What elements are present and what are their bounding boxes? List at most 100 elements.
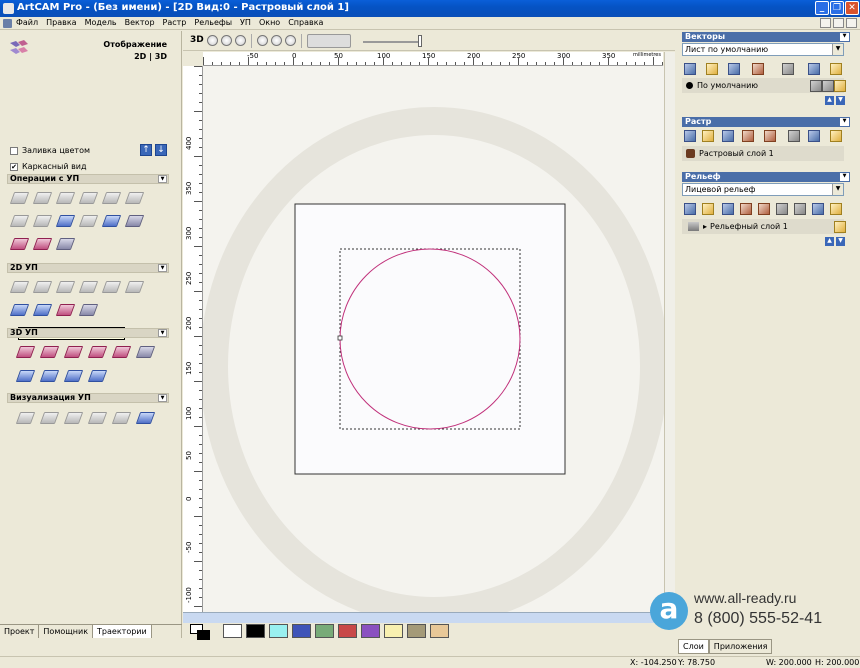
arrow-up-button[interactable]: ↑ <box>140 144 152 156</box>
section-toolpath-operations[interactable]: Операции с УП ▼ <box>7 174 169 184</box>
relief-select[interactable]: Лицевой рельеф ▼ <box>682 183 844 196</box>
profile-machining-tool[interactable] <box>10 278 28 294</box>
raster-panel-header[interactable]: Растр ▼ <box>682 117 850 127</box>
simulation-tool[interactable] <box>112 409 130 425</box>
merge-layer-icon[interactable] <box>752 63 764 75</box>
light-bulb-icon[interactable] <box>830 130 842 142</box>
section-2d-toolpaths[interactable]: 2D УП ▼ <box>7 263 169 273</box>
toolpath-3d-tool[interactable] <box>64 367 82 383</box>
duplicate-layer-icon[interactable] <box>776 203 788 215</box>
drawing-canvas[interactable] <box>203 66 665 622</box>
new-layer-icon[interactable] <box>684 203 696 215</box>
chevron-down-icon[interactable]: ▼ <box>158 175 167 183</box>
arrow-down-button[interactable]: ↓ <box>155 144 167 156</box>
bake-relief-icon[interactable] <box>794 203 806 215</box>
layer-properties-icon[interactable] <box>808 63 820 75</box>
horizontal-scrollbar[interactable] <box>183 612 675 623</box>
contrast-slider-handle[interactable] <box>418 35 422 47</box>
toolpath-op-tool[interactable] <box>10 189 28 205</box>
toolpath-3d-tool[interactable] <box>16 343 34 359</box>
simulation-tool[interactable] <box>40 409 58 425</box>
toolpath-op-tool[interactable] <box>102 189 120 205</box>
menu-help[interactable]: Справка <box>288 18 323 27</box>
toolpath-2d-tool[interactable] <box>79 301 97 317</box>
chevron-down-icon[interactable]: ▼ <box>832 184 843 195</box>
fill-color-checkbox[interactable] <box>10 146 18 155</box>
tab-layers[interactable]: Слои <box>678 639 709 654</box>
raster-layer-row[interactable]: Растровый слой 1 <box>682 146 844 161</box>
merge-layer-icon[interactable] <box>740 203 752 215</box>
menu-window[interactable]: Окно <box>259 18 280 27</box>
toolpath-3d-tool[interactable] <box>88 367 106 383</box>
raster-to-relief-icon[interactable] <box>764 130 776 142</box>
inlay-tool[interactable] <box>125 278 143 294</box>
v-bit-carving-tool[interactable] <box>79 278 97 294</box>
palette-swatch[interactable] <box>246 624 265 638</box>
move-layer-up-button[interactable]: ▲ <box>825 237 834 246</box>
chevron-down-icon[interactable]: ▼ <box>840 33 849 41</box>
wireframe-checkbox[interactable]: ✔ <box>10 162 18 171</box>
mdi-close-button[interactable] <box>846 18 857 28</box>
tab-toolpaths[interactable]: Траектории <box>93 625 152 638</box>
menu-model[interactable]: Модель <box>85 18 117 27</box>
layer-visibility-icon[interactable] <box>307 34 351 48</box>
toolpath-2d-tool[interactable] <box>56 301 74 317</box>
menu-raster[interactable]: Растр <box>163 18 187 27</box>
toolpath-op-tool[interactable] <box>56 189 74 205</box>
simulation-tool[interactable] <box>88 409 106 425</box>
toolpath-op-tool[interactable] <box>56 212 74 228</box>
chevron-down-icon[interactable]: ▼ <box>158 264 167 272</box>
palette-swatch[interactable] <box>407 624 426 638</box>
palette-swatch[interactable] <box>223 624 242 638</box>
toolpath-op-tool[interactable] <box>56 235 74 251</box>
secondary-color-swatch[interactable] <box>197 630 210 640</box>
vector-layer-row[interactable]: По умолчанию <box>682 78 846 93</box>
lock-icon[interactable] <box>810 80 822 92</box>
pen-icon[interactable] <box>822 80 834 92</box>
tab-assistant[interactable]: Помощник <box>39 625 94 638</box>
toolpath-op-tool[interactable] <box>33 212 51 228</box>
toolpath-op-tool[interactable] <box>33 235 51 251</box>
relief-combine-icon[interactable] <box>758 203 770 215</box>
toolpath-3d-tool[interactable] <box>112 343 130 359</box>
palette-swatch[interactable] <box>315 624 334 638</box>
section-toolpath-visualization[interactable]: Визуализация УП ▼ <box>7 393 169 403</box>
open-folder-icon[interactable] <box>702 130 714 142</box>
engraving-tool[interactable] <box>102 278 120 294</box>
minimize-button[interactable]: _ <box>815 1 829 15</box>
open-folder-icon[interactable] <box>702 203 714 215</box>
zoom-out-icon[interactable] <box>221 35 232 46</box>
merge-layer-icon[interactable] <box>742 130 754 142</box>
toolpath-2d-tool[interactable] <box>33 301 51 317</box>
expand-arrow-icon[interactable]: ▸ <box>703 222 707 231</box>
vertical-scrollbar[interactable] <box>664 52 675 622</box>
chevron-down-icon[interactable]: ▼ <box>840 173 849 181</box>
menu-edit[interactable]: Правка <box>46 18 76 27</box>
fill-color-option[interactable]: Заливка цветом <box>10 146 90 155</box>
toolpath-op-tool[interactable] <box>102 212 120 228</box>
toolpath-op-tool[interactable] <box>79 212 97 228</box>
mdi-restore-button[interactable] <box>833 18 844 28</box>
toolpath-op-tool[interactable] <box>33 189 51 205</box>
simulation-tool[interactable] <box>64 409 82 425</box>
display-mode-toggle[interactable]: 2D | 3D <box>103 51 167 63</box>
close-button[interactable]: ✕ <box>845 1 859 15</box>
tab-project[interactable]: Проект <box>0 625 40 638</box>
layer-properties-icon[interactable] <box>812 203 824 215</box>
toolpath-op-tool[interactable] <box>79 189 97 205</box>
chevron-down-icon[interactable]: ▼ <box>840 118 849 126</box>
chevron-down-icon[interactable]: ▼ <box>832 44 843 55</box>
trace-icon[interactable] <box>788 130 800 142</box>
palette-swatch[interactable] <box>430 624 449 638</box>
save-icon[interactable] <box>722 203 734 215</box>
palette-swatch[interactable] <box>338 624 357 638</box>
toolpath-3d-tool[interactable] <box>40 367 58 383</box>
primary-secondary-color[interactable] <box>190 624 214 644</box>
move-layer-down-button[interactable]: ▼ <box>836 237 845 246</box>
drilling-tool[interactable] <box>56 278 74 294</box>
mdi-minimize-button[interactable] <box>820 18 831 28</box>
light-bulb-icon[interactable] <box>830 63 842 75</box>
menu-reliefs[interactable]: Рельефы <box>194 18 232 27</box>
relief-panel-header[interactable]: Рельеф ▼ <box>682 172 850 182</box>
section-3d-toolpaths[interactable]: 3D УП ▼ <box>7 328 169 338</box>
